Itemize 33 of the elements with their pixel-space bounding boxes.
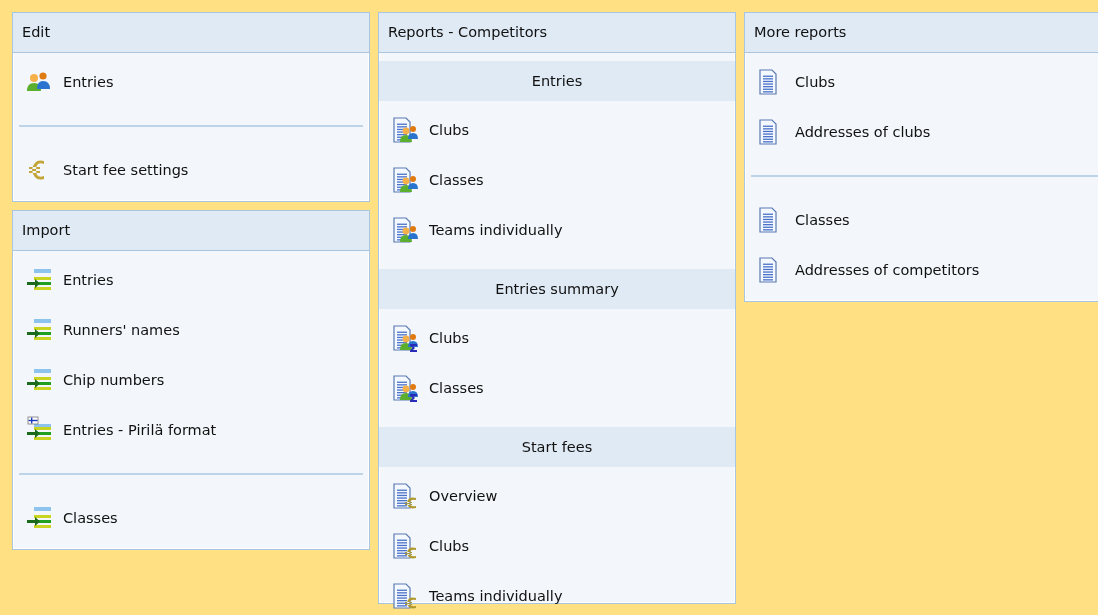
menu-link[interactable]: Entries <box>25 255 114 305</box>
menu-link[interactable]: Clubs <box>391 521 470 571</box>
panel-title: Reports - Competitors <box>379 13 735 53</box>
euro-report-icon <box>391 482 419 510</box>
menu-link[interactable]: Clubs <box>391 105 470 155</box>
people-report-icon <box>391 116 419 144</box>
menu-link[interactable]: Entries <box>25 57 114 107</box>
menu-link[interactable]: Addresses of competitors <box>757 245 980 295</box>
panel-title: More reports <box>745 13 1098 53</box>
sum-report-icon <box>391 324 419 352</box>
section-heading: Start fees <box>379 427 735 467</box>
menu-link[interactable]: Classes <box>391 363 484 413</box>
menu-link[interactable]: Clubs <box>757 57 836 107</box>
menu-link[interactable]: Addresses of clubs <box>757 107 931 157</box>
menu-link[interactable]: Classes <box>391 155 484 205</box>
panel-title: Edit <box>13 13 369 53</box>
sum-report-icon <box>391 374 419 402</box>
menu-link[interactable]: Chip numbers <box>25 355 165 405</box>
menu-link[interactable]: Overview <box>391 471 498 521</box>
menu-link[interactable]: Classes <box>25 493 118 543</box>
menu-link[interactable]: Entries - Pirilä format <box>25 405 217 455</box>
section-heading: Entries <box>379 61 735 101</box>
people-report-icon <box>391 166 419 194</box>
section-heading: Entries summary <box>379 269 735 309</box>
euro-report-icon <box>391 532 419 560</box>
menu-link[interactable]: Teams individually <box>391 205 563 255</box>
panel-title: Import <box>13 211 369 251</box>
menu-link[interactable]: Teams individually <box>391 571 563 615</box>
people-report-icon <box>391 216 419 244</box>
menu-link[interactable]: Clubs <box>391 313 470 363</box>
menu-link[interactable]: Start fee settings <box>25 145 189 195</box>
menu-link[interactable]: Runners' names <box>25 305 180 355</box>
menu-link[interactable]: Classes <box>757 195 850 245</box>
